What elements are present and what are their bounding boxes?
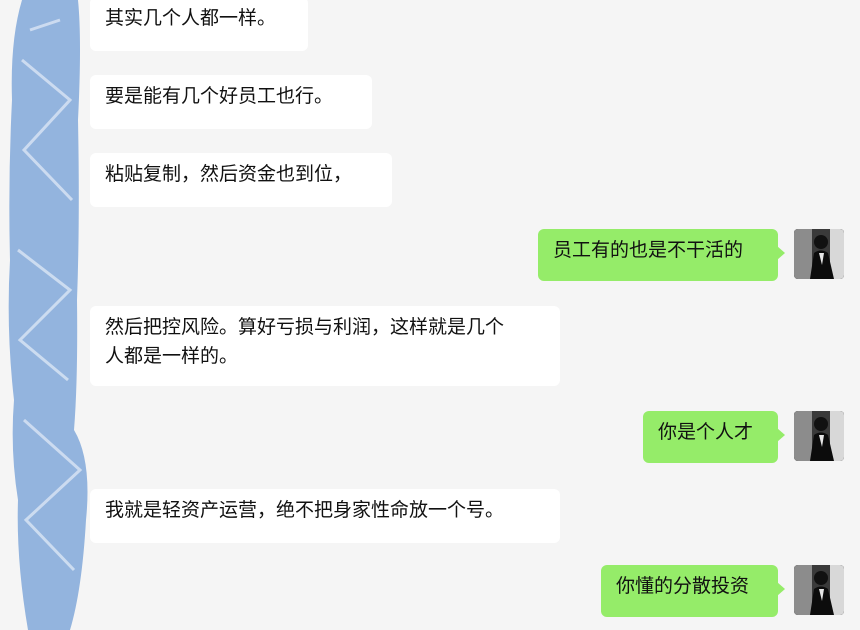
outgoing-message-bubble[interactable]: 你是个人才 [643,411,785,463]
user-avatar-photo-icon [794,565,844,615]
avatar[interactable] [794,411,844,461]
incoming-message-bubble[interactable]: 粘贴复制，然后资金也到位， [90,153,392,207]
avatar[interactable] [794,565,844,615]
incoming-message-bubble[interactable]: 我就是轻资产运营，绝不把身家性命放一个号。 [90,489,560,543]
user-avatar-photo-icon [794,229,844,279]
outgoing-message-bubble[interactable]: 你懂的分散投资 [601,565,785,617]
chat-message-list: 其实几个人都一样。 要是能有几个好员工也行。 粘贴复制，然后资金也到位， 员工有… [0,0,860,630]
user-avatar-photo-icon [794,411,844,461]
avatar[interactable] [794,229,844,279]
redaction-scribble [8,0,88,630]
outgoing-message-bubble[interactable]: 员工有的也是不干活的 [538,229,785,281]
incoming-message-bubble[interactable]: 其实几个人都一样。 [90,0,308,51]
incoming-message-bubble[interactable]: 然后把控风险。算好亏损与利润，这样就是几个 人都是一样的。 [90,306,560,386]
incoming-message-bubble[interactable]: 要是能有几个好员工也行。 [90,75,372,129]
